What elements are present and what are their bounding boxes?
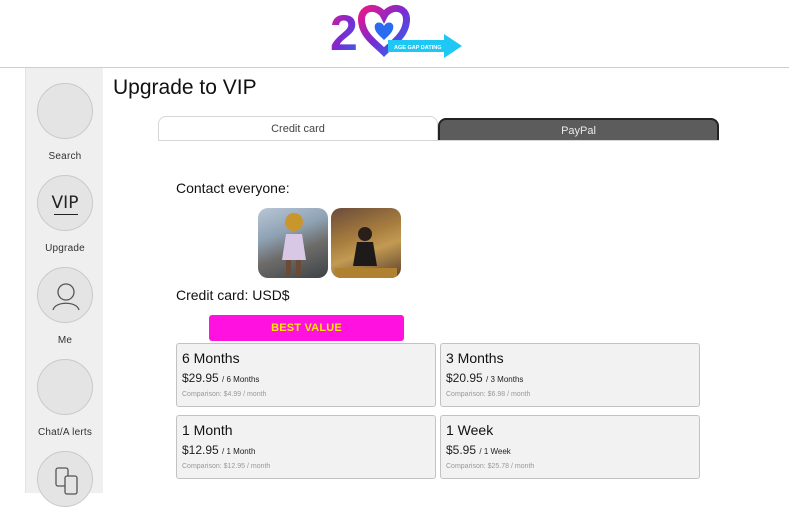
top-bar: 2 AGE GAP DATING [0,0,789,68]
logo[interactable]: 2 AGE GAP DATING [328,2,462,60]
tab-paypal[interactable]: PayPal [438,118,719,141]
sidebar-item-upgrade[interactable]: VIP Upgrade [26,175,104,254]
vip-glyph: VIP [51,193,79,213]
plan-comparison: Comparison: $25.78 / month [446,463,535,470]
plan-name: 1 Week [446,422,494,438]
tab-divider [158,140,719,141]
sidebar-item-search[interactable]: Search [26,83,104,162]
page-title: Upgrade to VIP [113,76,257,99]
user-icon[interactable] [37,267,93,323]
svg-text:AGE GAP DATING: AGE GAP DATING [394,45,441,51]
sidebar-item-label: Upgrade [45,243,85,254]
plan-option-1-week[interactable]: 1 Week $5.95 / 1 Week Comparison: $25.78… [440,415,700,479]
plan-comparison: Comparison: $12.95 / month [182,463,271,470]
best-value-badge: BEST VALUE [209,315,404,341]
search-icon[interactable] [37,83,93,139]
plan-price: $5.95 [446,443,477,457]
vip-icon[interactable]: VIP [37,175,93,231]
plan-comparison: Comparison: $4.99 / month [182,391,267,398]
plan-price: $12.95 [182,443,219,457]
currency-label: Credit card: USD$ [176,287,290,303]
contact-label: Contact everyone: [176,180,290,196]
sidebar-item-label: Search [48,151,82,162]
plan-option-3-months[interactable]: 3 Months $20.95 / 3 Months Comparison: $… [440,343,700,407]
plan-comparison: Comparison: $6.98 / month [446,391,531,398]
plan-period: / 3 Months [486,375,524,384]
swap-phone-icon[interactable] [37,451,93,507]
plan-name: 3 Months [446,350,504,366]
sidebar-item-label: Me [57,335,73,346]
sidebar: Search VIP Upgrade Me Chat/A lerts [25,68,104,507]
plan-period: / 6 Months [222,375,260,384]
plan-period: / 1 Month [222,447,256,456]
tab-credit-card[interactable]: Credit card [158,116,438,141]
plan-option-6-months[interactable]: 6 Months $29.95 / 6 Months Comparison: $… [176,343,436,407]
profile-photo[interactable] [331,208,401,278]
plan-name: 6 Months [182,350,240,366]
sidebar-item-label: Chat/A lerts [37,427,93,438]
profile-photo[interactable] [258,208,328,278]
sidebar-item-swap[interactable] [26,451,104,507]
plan-option-1-month[interactable]: 1 Month $12.95 / 1 Month Comparison: $12… [176,415,436,479]
svg-text:2: 2 [330,5,358,60]
chat-icon[interactable] [37,359,93,415]
sidebar-item-me[interactable]: Me [26,267,104,346]
plan-price: $29.95 [182,371,219,385]
plan-price: $20.95 [446,371,483,385]
plan-name: 1 Month [182,422,233,438]
sidebar-item-chat-alerts[interactable]: Chat/A lerts [26,359,104,438]
plan-period: / 1 Week [479,447,511,456]
